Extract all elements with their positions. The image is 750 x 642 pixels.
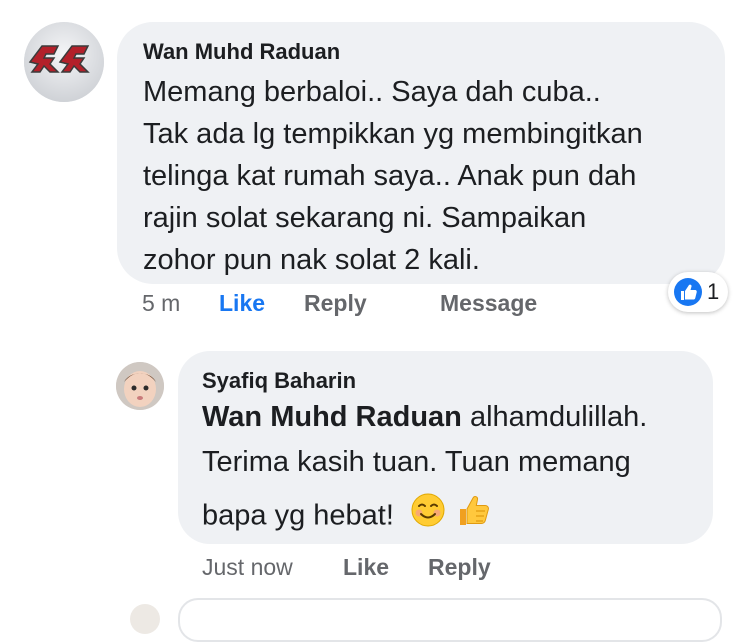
reply-line: bapa yg hebat!	[202, 491, 647, 543]
comment-bubble: Wan Muhd Raduan Memang berbaloi.. Saya d…	[117, 22, 725, 284]
reply-line: Terima kasih tuan. Tuan memang	[202, 446, 631, 478]
baby-photo-icon	[116, 362, 164, 410]
comment-author[interactable]: Wan Muhd Raduan	[143, 39, 340, 65]
reaction-badge[interactable]: 1	[668, 272, 728, 312]
reply-time[interactable]: Just now	[202, 554, 293, 581]
comment-line: Tak ada lg tempikkan yg membingitkan	[143, 118, 643, 150]
reply-line-text: bapa yg hebat!	[202, 499, 394, 532]
avatar	[130, 604, 160, 634]
comment-line: zohor pun nak solat 2 kali.	[143, 244, 480, 276]
comment-line: rajin solat sekarang ni. Sampaikan	[143, 202, 587, 234]
reply-input-field[interactable]	[178, 598, 722, 642]
like-reaction-icon	[674, 278, 702, 306]
mention-link[interactable]: Wan Muhd Raduan	[202, 401, 462, 433]
reply-button[interactable]: Reply	[428, 554, 491, 581]
reply-author[interactable]: Syafiq Baharin	[202, 368, 356, 394]
avatar[interactable]	[24, 22, 104, 102]
reply-button[interactable]: Reply	[304, 290, 367, 317]
comment-text: Memang berbaloi.. Saya dah cuba.. Tak ad…	[143, 71, 643, 281]
comment-time[interactable]: 5 m	[142, 290, 180, 317]
message-button[interactable]: Message	[440, 290, 537, 317]
thumbs-up-emoji	[454, 491, 492, 543]
reply-line: Wan Muhd Raduan alhamdulillah.	[202, 395, 647, 440]
reply-text: Wan Muhd Raduan alhamdulillah. Terima ka…	[202, 395, 647, 543]
comment-line: telinga kat rumah saya.. Anak pun dah	[143, 160, 637, 192]
reaction-count: 1	[707, 279, 720, 304]
reply-line-rest: alhamdulillah.	[461, 401, 648, 433]
rr-emblem-icon	[24, 22, 104, 102]
reply-bubble: Syafiq Baharin Wan Muhd Raduan alhamduli…	[178, 351, 713, 544]
comment-line: Memang berbaloi.. Saya dah cuba..	[143, 76, 601, 108]
avatar[interactable]	[116, 362, 164, 410]
like-button[interactable]: Like	[343, 554, 389, 581]
smiling-face-emoji	[410, 492, 446, 542]
like-button[interactable]: Like	[219, 290, 265, 317]
